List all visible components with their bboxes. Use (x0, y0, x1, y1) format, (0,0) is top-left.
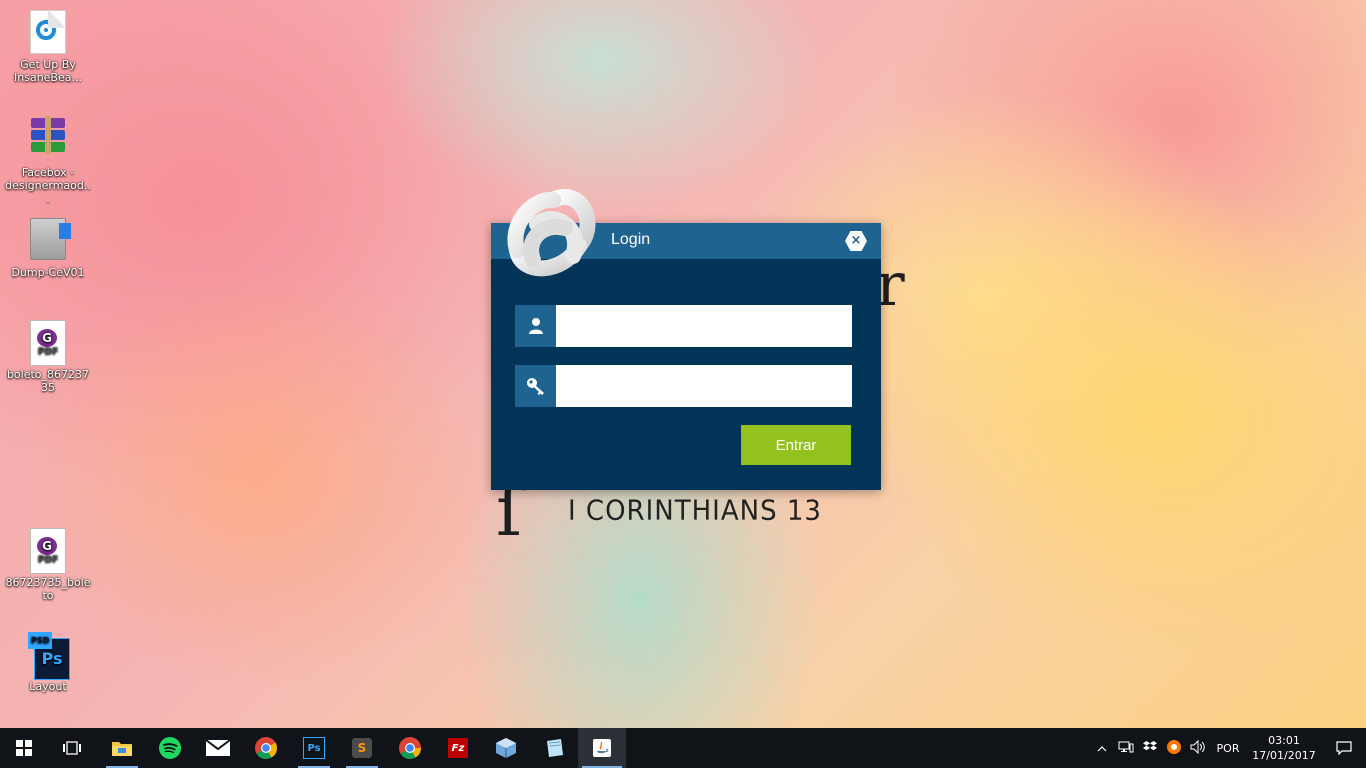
filezilla-icon: Fz (448, 738, 468, 758)
taskbar-app-notepad[interactable] (530, 728, 578, 768)
input-language-indicator[interactable]: POR (1210, 742, 1246, 755)
dialog-title: Login (611, 231, 651, 248)
taskbar-app-java[interactable] (578, 728, 626, 768)
password-input[interactable] (556, 365, 852, 407)
password-field (515, 365, 852, 407)
clock-time: 03:01 (1268, 734, 1300, 747)
trefoil-logo-icon (507, 189, 596, 277)
key-icon (515, 365, 556, 407)
taskbar-app-file-explorer[interactable] (98, 728, 146, 768)
enter-button[interactable]: Entrar (741, 425, 851, 465)
desktop-icon-label: boleto_86723735 (6, 368, 90, 394)
action-center-button[interactable] (1322, 728, 1366, 768)
clock-date: 17/01/2017 (1252, 749, 1316, 762)
pdf-file-icon: G PDF (28, 528, 68, 574)
taskbar-app-filezilla[interactable]: Fz (434, 728, 482, 768)
user-icon (515, 305, 556, 347)
network-icon[interactable] (1114, 741, 1138, 756)
desktop-icon-label: Dump-CeV01 (11, 266, 85, 279)
desktop-icon-boleto-2[interactable]: G PDF 86723735_boleto (4, 528, 92, 602)
taskbar-app-chrome-2[interactable] (386, 728, 434, 768)
dropbox-icon[interactable] (1138, 740, 1162, 756)
username-field (515, 305, 852, 347)
taskbar-app-spotify[interactable] (146, 728, 194, 768)
desktop-icon-label: Facebox - designermaod... (5, 166, 91, 205)
windows-icon (16, 740, 32, 756)
pdf-file-icon: G PDF (28, 320, 68, 366)
show-hidden-icons-chevron-up-icon[interactable] (1090, 742, 1114, 755)
volume-icon[interactable] (1186, 739, 1210, 757)
taskbar-app-virtualbox[interactable] (482, 728, 530, 768)
taskbar-app-sublime[interactable]: S (338, 728, 386, 768)
task-view-icon (63, 741, 81, 755)
document-icon (28, 10, 68, 54)
virtualbox-icon (496, 738, 516, 758)
taskbar-app-chrome[interactable] (242, 728, 290, 768)
task-view-button[interactable] (48, 728, 96, 768)
disk-image-icon (28, 218, 71, 262)
desktop-icon-get-up[interactable]: Get Up By InsaneBea... (4, 10, 92, 84)
spotify-icon (159, 737, 181, 759)
taskbar-app-mail[interactable] (194, 728, 242, 768)
notification-icon (1336, 741, 1352, 755)
username-input[interactable] (556, 305, 852, 347)
desktop-icon-label: Layout (29, 680, 67, 693)
clock[interactable]: 03:01 17/01/2017 (1246, 733, 1322, 763)
desktop-icon-label: 86723735_boleto (5, 576, 91, 602)
desktop-icon-facebox[interactable]: Facebox - designermaod... (4, 114, 92, 205)
close-button[interactable]: × (845, 231, 867, 251)
chrome-icon (255, 737, 277, 759)
avast-icon[interactable] (1162, 739, 1186, 758)
taskbar-app-photoshop[interactable]: Ps (290, 728, 338, 768)
system-tray: POR 03:01 17/01/2017 (1090, 728, 1366, 768)
desktop-icon-boleto-1[interactable]: G PDF boleto_86723735 (4, 320, 92, 394)
mail-icon (205, 739, 231, 756)
photoshop-file-icon: Ps PSD (28, 632, 70, 680)
start-button[interactable] (0, 728, 48, 768)
winrar-archive-icon (28, 116, 68, 162)
photoshop-icon: Ps (303, 737, 325, 759)
sublime-text-icon: S (352, 738, 372, 758)
chrome-icon (399, 737, 421, 759)
file-explorer-icon (112, 742, 132, 756)
desktop-icon-layout[interactable]: Ps PSD Layout (4, 632, 92, 693)
desktop-icon-dump[interactable]: Dump-CeV01 (4, 216, 92, 279)
desktop-icon-label: Get Up By InsaneBea... (14, 58, 82, 84)
taskbar: Ps S Fz POR 03:01 17/01/2017 (0, 728, 1366, 768)
notepad-icon (547, 739, 563, 757)
wallpaper-verse: I CORINTHIANS 13 (568, 495, 822, 527)
java-icon (593, 739, 611, 757)
